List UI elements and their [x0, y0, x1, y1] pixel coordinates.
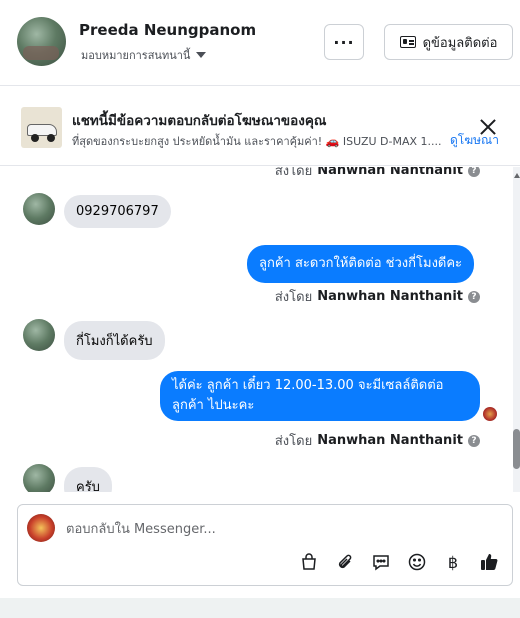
- assign-label: มอบหมายการสนทนานี้: [81, 49, 191, 62]
- view-contact-info-label: ดูข้อมูลติดต่อ: [422, 35, 498, 51]
- caret-down-icon: [196, 52, 207, 58]
- incoming-message[interactable]: 0929706797: [64, 195, 171, 228]
- footer-strip: [0, 598, 520, 618]
- ad-thumbnail: [21, 107, 62, 148]
- sent-by-prefix: ส่งโดย: [274, 167, 313, 179]
- thumbs-up-icon[interactable]: [478, 551, 500, 573]
- smiley-icon[interactable]: [406, 551, 428, 573]
- scrollbar-thumb[interactable]: [513, 429, 520, 469]
- id-card-icon: [399, 36, 416, 48]
- reply-input[interactable]: [66, 519, 486, 539]
- sent-by-row: ส่งโดย Nanwhan Nanthanit ?: [275, 286, 480, 307]
- conversation-header: Preeda Neungpanom มอบหมายการสนทนานี้ ···…: [0, 0, 520, 86]
- sent-by-prefix: ส่งโดย: [274, 290, 313, 305]
- message-line: ลูกค้า ไปนะคะ: [172, 398, 255, 413]
- close-icon[interactable]: [478, 117, 498, 137]
- incoming-message[interactable]: ครับ: [64, 467, 112, 492]
- baht-icon[interactable]: ฿: [442, 551, 464, 573]
- thread-scrollbar[interactable]: [513, 167, 520, 492]
- agent-name: Nanwhan Nanthanit: [317, 167, 463, 178]
- more-options-button[interactable]: ···: [324, 24, 364, 60]
- incoming-message[interactable]: กี่โมงก็ได้ครับ: [64, 321, 165, 360]
- contact-avatar[interactable]: [17, 17, 66, 66]
- outgoing-message[interactable]: ลูกค้า สะดวกให้ติดต่อ ช่วงกี่โมงดีคะ: [247, 245, 475, 283]
- customer-avatar[interactable]: [23, 193, 55, 225]
- contact-name[interactable]: Preeda Neungpanom: [79, 21, 256, 39]
- help-icon[interactable]: ?: [468, 434, 480, 447]
- composer-toolbar: ฿: [298, 551, 500, 573]
- customer-avatar[interactable]: [23, 464, 55, 492]
- outgoing-message[interactable]: ได้ค่ะ ลูกค้า เดี๋ยว 12.00-13.00 จะมีเซล…: [160, 371, 480, 421]
- help-icon[interactable]: ?: [468, 167, 480, 177]
- chat-bubble-icon[interactable]: [370, 551, 392, 573]
- scroll-up-arrow-icon[interactable]: [514, 173, 520, 178]
- seen-avatar: [483, 407, 497, 421]
- message-line: ได้ค่ะ ลูกค้า เดี๋ยว 12.00-13.00 จะมีเซล…: [172, 378, 444, 393]
- sent-by-prefix: ส่งโดย: [274, 434, 313, 449]
- sent-by-row: ส่งโดย Nanwhan Nanthanit ?: [275, 430, 480, 451]
- assign-conversation-dropdown[interactable]: มอบหมายการสนทนานี้: [81, 46, 207, 64]
- shopping-bag-icon[interactable]: [298, 551, 320, 573]
- agent-name: Nanwhan Nanthanit: [317, 289, 463, 304]
- ad-reply-banner: แชทนี้มีข้อความตอบกลับต่อโฆษณาของคุณ ที่…: [0, 87, 520, 166]
- customer-avatar[interactable]: [23, 319, 55, 351]
- help-icon[interactable]: ?: [468, 290, 480, 303]
- ad-banner-subtitle: ที่สุดของกระบะยกสูง ประหยัดน้ำมัน และราค…: [72, 135, 442, 148]
- page-avatar: [27, 514, 55, 542]
- ad-banner-title: แชทนี้มีข้อความตอบกลับต่อโฆษณาของคุณ: [72, 113, 327, 129]
- agent-name: Nanwhan Nanthanit: [317, 433, 463, 448]
- view-contact-info-button[interactable]: ดูข้อมูลติดต่อ: [384, 24, 513, 60]
- message-composer: ฿: [17, 504, 513, 586]
- message-thread[interactable]: ส่งโดย Nanwhan Nanthanit ? 0929706797 ลู…: [0, 167, 520, 492]
- paperclip-icon[interactable]: [334, 551, 356, 573]
- sent-by-row: ส่งโดย Nanwhan Nanthanit ?: [275, 167, 480, 181]
